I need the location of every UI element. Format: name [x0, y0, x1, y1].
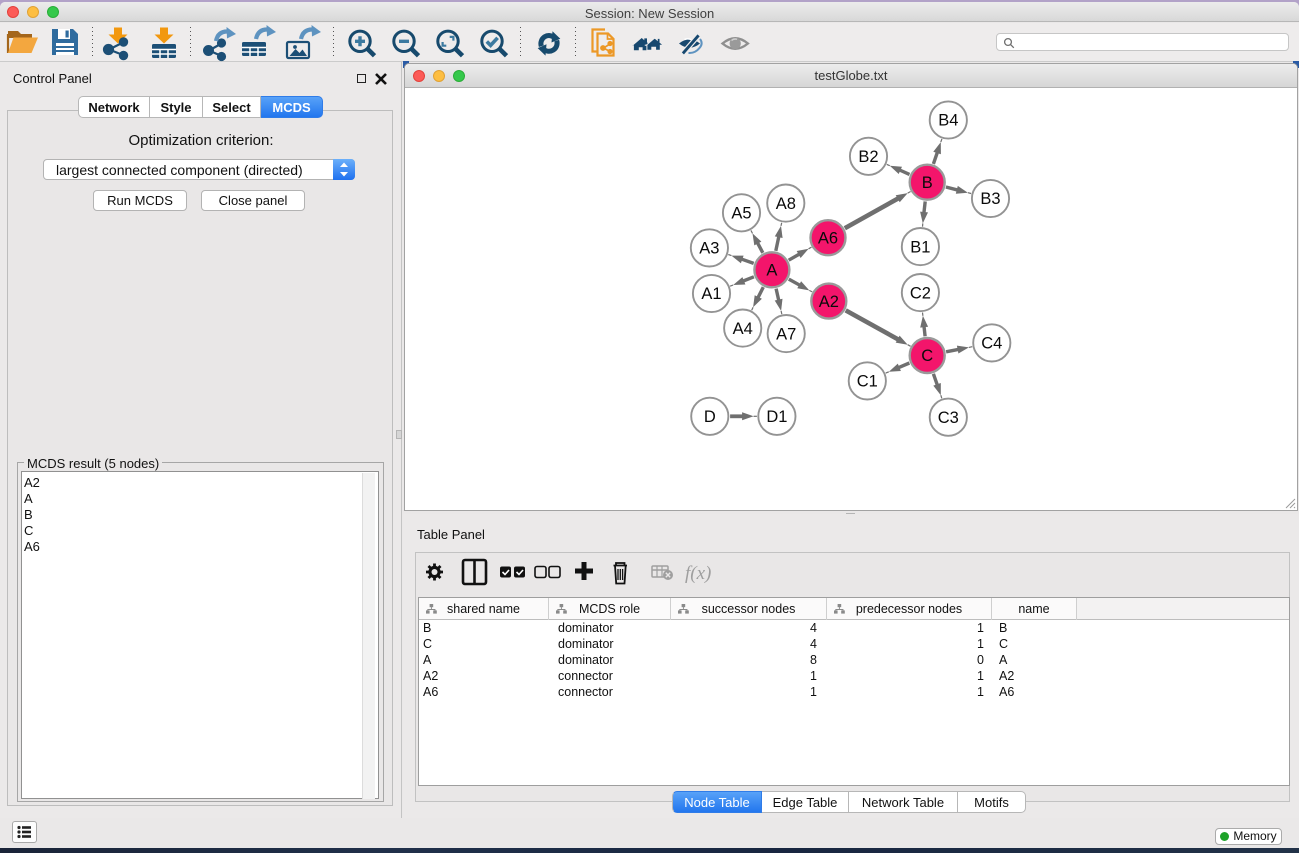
svg-text:A3: A3	[699, 240, 719, 258]
svg-text:f(x): f(x)	[685, 563, 711, 584]
svg-text:C3: C3	[938, 409, 959, 427]
svg-text:C4: C4	[981, 335, 1002, 353]
svg-text:B: B	[922, 174, 933, 192]
svg-text:A8: A8	[776, 195, 796, 213]
svg-text:A4: A4	[733, 320, 753, 338]
svg-text:B4: B4	[938, 112, 958, 130]
svg-text:B1: B1	[910, 238, 930, 256]
svg-text:D: D	[704, 408, 716, 426]
svg-text:B2: B2	[858, 148, 878, 166]
svg-text:A: A	[766, 262, 777, 280]
svg-text:C: C	[921, 347, 933, 365]
svg-text:B3: B3	[980, 190, 1000, 208]
svg-text:A6: A6	[818, 229, 838, 247]
svg-text:A2: A2	[819, 293, 839, 311]
svg-text:D1: D1	[766, 408, 787, 426]
svg-text:A7: A7	[776, 325, 796, 343]
svg-text:A1: A1	[701, 285, 721, 303]
svg-text:C1: C1	[857, 373, 878, 391]
svg-text:C2: C2	[910, 284, 931, 302]
svg-text:A5: A5	[731, 205, 751, 223]
